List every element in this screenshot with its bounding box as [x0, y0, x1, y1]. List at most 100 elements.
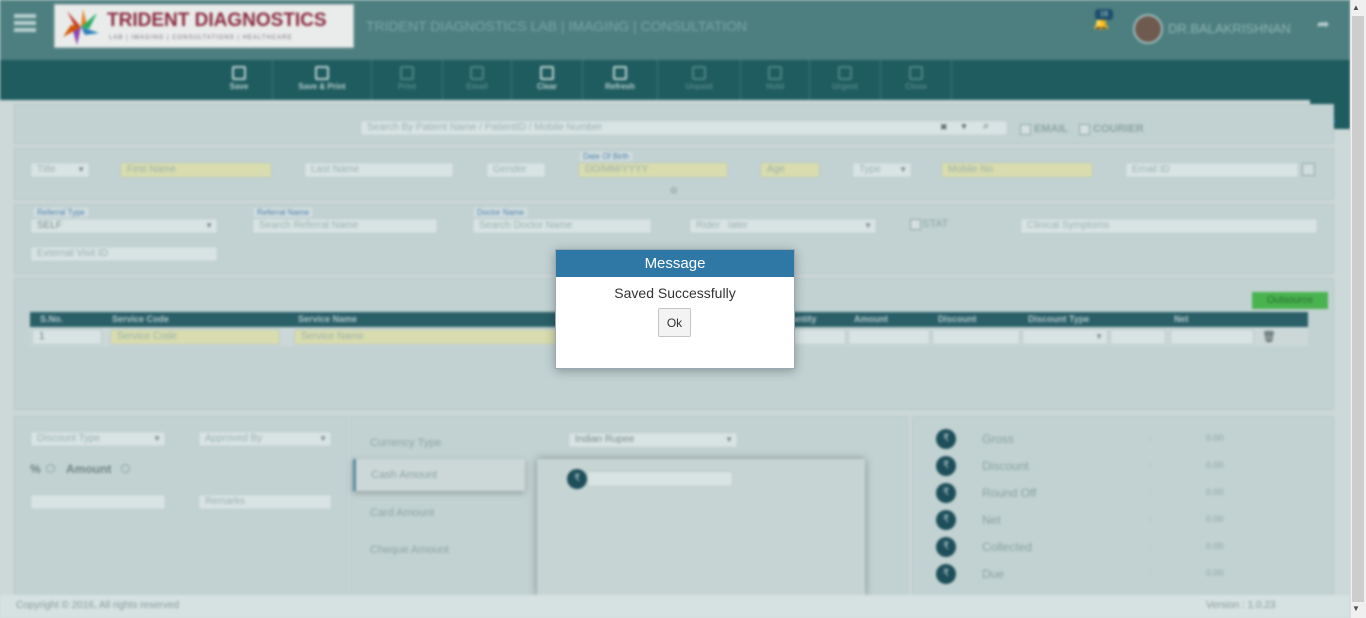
chevron-down-icon: ▼ [205, 221, 213, 230]
dialog-title: Message [556, 250, 794, 277]
wallet-icon [692, 66, 706, 80]
email-input[interactable]: Email ID [1125, 162, 1299, 178]
courier-checkbox[interactable] [1079, 124, 1090, 135]
cash-amount-content: ₹ [537, 459, 865, 596]
chevron-down-icon[interactable]: ▼ [960, 122, 968, 131]
chevron-down-icon: ▼ [1095, 332, 1103, 341]
rupee-icon: ₹ [936, 483, 956, 503]
rupee-icon: ₹ [936, 537, 956, 557]
currency-select[interactable]: Indian Rupee ▼ [568, 432, 738, 448]
dialog-message: Saved Successfully [614, 285, 736, 301]
document-icon [315, 66, 329, 80]
avatar[interactable] [1133, 14, 1163, 44]
dob-input[interactable]: DD/MM/YYYY [578, 162, 728, 178]
clear-button[interactable]: Clear [512, 60, 583, 100]
title-select[interactable]: Title ▼ [30, 162, 90, 178]
close-button[interactable]: Close [881, 60, 952, 100]
brand-name: TRIDENT DIAGNOSTICS [107, 10, 327, 31]
remarks-input[interactable]: Remarks [198, 494, 332, 510]
tab-cash-amount[interactable]: Cash Amount [353, 459, 525, 491]
doctor-name-label: Doctor Name [474, 208, 528, 217]
age-input[interactable]: Age [760, 162, 820, 178]
rider-select[interactable]: Rider later ▼ [689, 218, 877, 234]
total-round-off: ₹ Round Off:0.00 [936, 483, 1236, 503]
search-icon[interactable]: ⌕ [983, 120, 989, 133]
chevron-down-icon: ▼ [864, 221, 872, 230]
chevron-down-icon: ▼ [77, 165, 85, 174]
type-select[interactable]: Type ▼ [852, 162, 912, 178]
email-button[interactable]: Email [443, 60, 512, 100]
referral-name-label: Referral Name [254, 208, 313, 217]
sign-out-icon[interactable]: ➦ [1317, 15, 1330, 33]
hold-button[interactable]: Hold [741, 60, 810, 100]
email-checkbox[interactable] [1020, 124, 1031, 135]
save-button[interactable]: Save [206, 60, 273, 100]
urgent-button[interactable]: Urgent [810, 60, 881, 100]
brand-logo: TRIDENT DIAGNOSTICS LAB | IMAGING | CONS… [54, 4, 354, 48]
referral-name-input[interactable]: Search Referral Name [252, 218, 438, 234]
scroll-up-arrow-icon[interactable]: ▲ [1352, 3, 1360, 12]
print-button[interactable]: Print [372, 60, 443, 100]
stat-checkbox[interactable] [910, 219, 921, 230]
referral-type-select[interactable]: SELF ▼ [30, 218, 218, 234]
amount-input[interactable] [848, 329, 930, 345]
first-name-input[interactable]: First Name [120, 162, 272, 178]
version-text: Version : 1.0.23 [1206, 600, 1276, 611]
mobile-input[interactable]: Mobile No [941, 162, 1093, 178]
rupee-icon: ₹ [936, 429, 956, 449]
currency-type-label: Currency Type [370, 437, 442, 449]
scroll-down-arrow-icon[interactable]: ▼ [1352, 604, 1360, 613]
last-name-input[interactable]: Last Name [304, 162, 454, 178]
brand-tagline: LAB | IMAGING | CONSULTATIONS | HEALTHCA… [109, 35, 293, 41]
rupee-icon: ₹ [567, 469, 587, 489]
discount-type-dropdown[interactable]: Discount Type ▼ [30, 431, 166, 447]
trash-icon[interactable]: 🗑 [1262, 330, 1276, 343]
service-code-input[interactable]: Service Code [110, 329, 280, 345]
unpaid-button[interactable]: Unpaid [658, 60, 741, 100]
tab-cheque-amount[interactable]: Cheque Amount [370, 544, 449, 556]
tab-card-amount[interactable]: Card Amount [370, 507, 434, 519]
amount-label: Amount [66, 462, 112, 476]
rupee-icon: ₹ [936, 510, 956, 530]
percent-label: % [30, 462, 41, 476]
discount-value-input[interactable] [30, 494, 166, 510]
chevron-down-icon: ▼ [153, 434, 161, 443]
total-collected: ₹ Collected:0.00 [936, 537, 1236, 557]
cash-amount-input[interactable] [587, 471, 733, 487]
row-extra-field[interactable] [1110, 329, 1166, 345]
approved-by-dropdown[interactable]: Approved By ▼ [198, 431, 332, 447]
save-print-button[interactable]: Save & Print [273, 60, 372, 100]
discount-input[interactable] [932, 329, 1020, 345]
chevron-down-icon: ▼ [899, 165, 907, 174]
info-icon: ⊙ [670, 185, 678, 195]
copyright-text: Copyright © 2016, All rights reserved [16, 600, 180, 611]
outsource-button[interactable]: Outsource [1252, 292, 1328, 309]
top-header: TRIDENT DIAGNOSTICS LAB | IMAGING | CONS… [0, 0, 1350, 60]
clear-search-icon[interactable]: ✖ [940, 122, 948, 133]
patient-search-input[interactable]: Search By Patient Name / PatientID / Mob… [360, 120, 1008, 136]
discount-type-select[interactable]: ▼ [1022, 329, 1108, 345]
rupee-icon: ₹ [936, 564, 956, 584]
doctor-name-input[interactable]: Search Doctor Name [472, 218, 652, 234]
net-input[interactable] [1170, 329, 1254, 345]
user-name[interactable]: DR.BALAKRISHNAN [1168, 21, 1291, 36]
pause-icon [768, 66, 782, 80]
row-sno: 1 [32, 329, 102, 345]
amount-radio[interactable] [121, 464, 130, 473]
footer [0, 595, 1350, 618]
refresh-icon [613, 66, 627, 80]
clinical-symptoms-input[interactable]: Clinical Symptoms [1020, 218, 1318, 234]
menu-icon[interactable] [14, 14, 36, 32]
total-net: ₹ Net:0.00 [936, 510, 1236, 530]
service-name-input[interactable]: Service Name [294, 329, 564, 345]
refresh-button[interactable]: Refresh [583, 60, 658, 100]
percent-radio[interactable] [46, 464, 55, 473]
gender-select[interactable]: Gender [486, 162, 546, 178]
ok-button[interactable]: Ok [658, 308, 691, 337]
total-due: ₹ Due:0.00 [936, 564, 1236, 584]
external-visit-id-input[interactable]: External Visit ID [30, 246, 218, 262]
email-label: EMAIL [1034, 123, 1069, 135]
scrollbar-thumb[interactable] [1352, 16, 1364, 602]
id-card-icon[interactable] [1302, 163, 1315, 176]
message-dialog: Message Saved Successfully Ok [555, 249, 795, 369]
